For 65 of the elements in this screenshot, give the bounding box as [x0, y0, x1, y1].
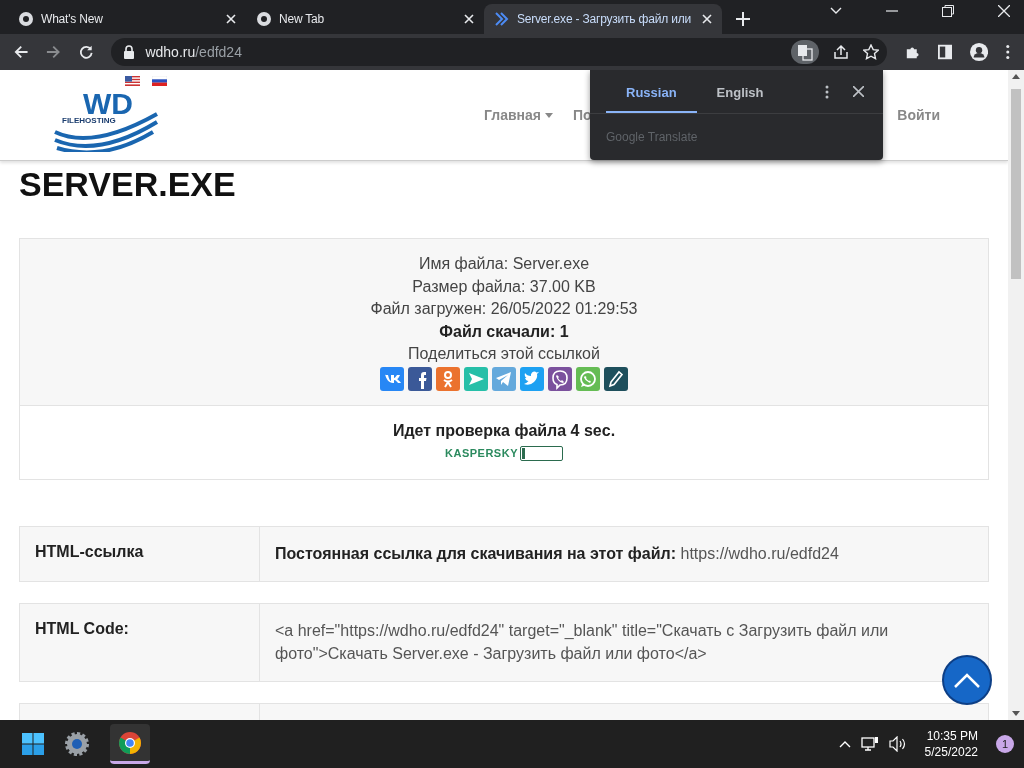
file-info-text: Имя файла: Server.exe — [418, 254, 590, 274]
forward-icon[interactable] — [46, 44, 61, 60]
scrollbar-thumb[interactable] — [1011, 89, 1021, 279]
file-info-text: Поделиться этой ссылкой — [408, 344, 600, 364]
flag-icon[interactable] — [152, 76, 167, 86]
facebook-share-icon[interactable] — [408, 366, 432, 391]
browser-tab[interactable]: New Tab — [246, 4, 484, 34]
file-info-text: Файл скачали: 1 — [439, 321, 569, 342]
pencil-share-icon[interactable] — [604, 366, 628, 391]
language-tab[interactable]: Russian — [606, 73, 697, 113]
close-icon[interactable] — [853, 86, 864, 97]
clock-time[interactable]: 10:35 PM — [926, 728, 978, 744]
browser-app-icon — [118, 730, 142, 755]
table-value-cell-text: Постоянная ссылка для скачивания на этот файл: https://wdho.ru/edfd24 — [274, 543, 840, 564]
globe-icon — [256, 11, 272, 27]
more-icon[interactable] — [825, 84, 829, 99]
nav-link[interactable]: По — [572, 107, 592, 123]
logo-subtext: FILEHOSTING — [61, 116, 117, 125]
plus-icon[interactable] — [736, 12, 750, 26]
telegram-share-icon[interactable] — [492, 366, 516, 391]
viber-share-icon[interactable] — [548, 366, 572, 391]
star-icon[interactable] — [863, 44, 880, 60]
notification-badge[interactable]: 1 — [996, 735, 1014, 753]
globe-icon — [18, 11, 34, 27]
windows-start-icon[interactable] — [22, 733, 44, 755]
nav-link[interactable]: Главная — [484, 107, 553, 123]
table-value-cell-text: <a href="https://wdho.ru/edfd24" target="_blank" title="Скачать с Загрузить файл или фото">Скачать Server.exe - Загрузить файл или фото</a> — [274, 621, 890, 664]
dropdown-icon[interactable] — [830, 7, 842, 15]
menu-icon[interactable] — [1006, 44, 1011, 60]
volume-icon[interactable] — [888, 736, 907, 752]
restore-icon[interactable] — [942, 5, 954, 17]
table-label-cell: HTML Code: — [20, 604, 260, 681]
back-icon[interactable] — [14, 44, 29, 60]
scroll-up-icon[interactable] — [1012, 74, 1020, 79]
chevron-icon — [494, 11, 510, 27]
nav-link[interactable]: Войти — [897, 107, 940, 123]
chevron-up-icon[interactable] — [838, 740, 851, 748]
table-label-cell: HTML-ссылка — [20, 526, 260, 581]
gear-icon[interactable] — [64, 731, 90, 757]
scrollbar[interactable] — [1008, 70, 1024, 720]
chevron-up-icon — [953, 672, 981, 688]
swoosh-icon — [53, 112, 161, 152]
scroll-down-icon[interactable] — [1012, 711, 1020, 716]
reload-icon[interactable] — [78, 44, 94, 60]
share-icon[interactable] — [833, 44, 850, 60]
sidebar-icon[interactable] — [937, 44, 953, 60]
profile-icon[interactable] — [970, 42, 989, 62]
vendor-logo-text: KASPERSKY — [445, 447, 518, 459]
lock-icon — [123, 45, 136, 59]
file-info-text: Размер файла: 37.00 KB — [412, 276, 596, 297]
translate-credit: Google Translate — [605, 129, 699, 146]
vk-share-icon[interactable] — [380, 366, 404, 391]
language-tab[interactable]: English — [696, 73, 784, 113]
network-icon[interactable] — [860, 736, 879, 752]
clock-date[interactable]: 5/25/2022 — [924, 744, 978, 760]
taskbar-app-button[interactable] — [110, 724, 150, 764]
flag-icon[interactable] — [125, 76, 140, 86]
twitter-share-icon[interactable] — [520, 366, 544, 391]
translate-icon[interactable] — [791, 40, 820, 64]
browser-tab[interactable]: Server.exe - Загрузить файл или — [484, 4, 722, 34]
page-title: SERVER.EXE — [19, 164, 237, 203]
file-info-text: Файл загружен: 26/05/2022 01:29:53 — [370, 299, 638, 319]
browser-tab[interactable]: What's New — [8, 4, 246, 34]
scan-status-text: Идет проверка файла 4 sec. — [392, 421, 616, 440]
ok-share-icon[interactable] — [436, 366, 460, 391]
